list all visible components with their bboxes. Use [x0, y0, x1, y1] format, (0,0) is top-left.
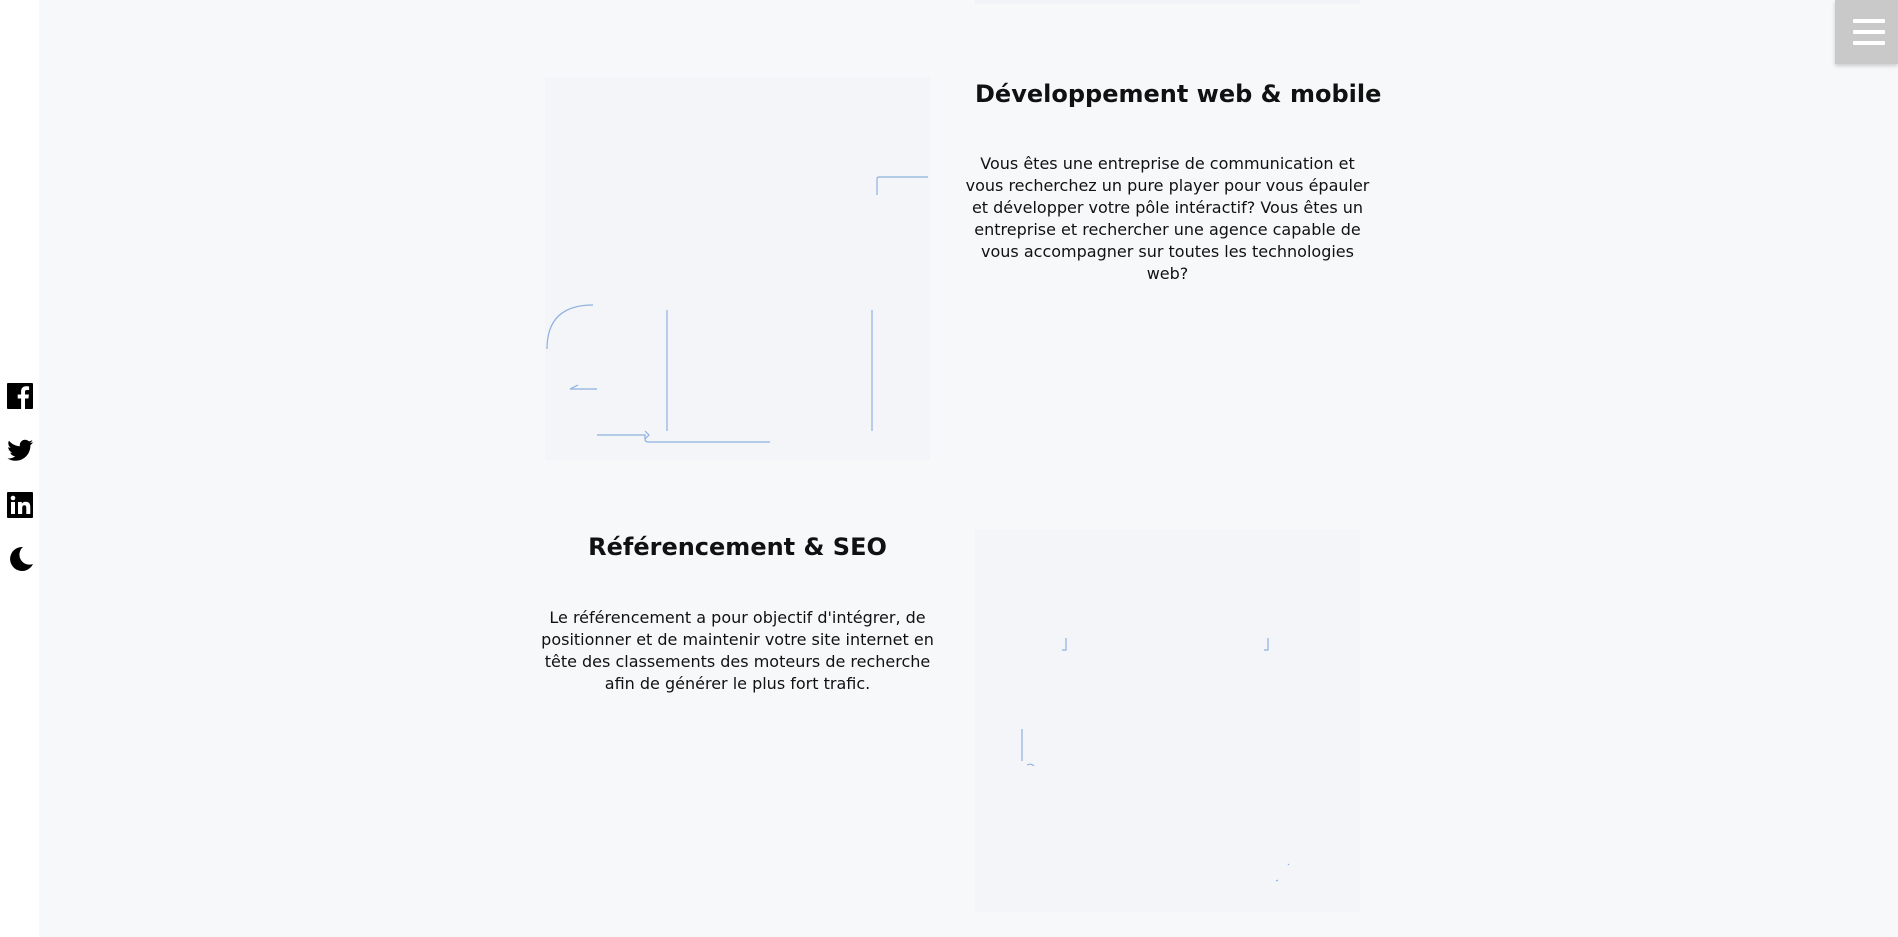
service-description: Le référencement a pour objectif d'intég…	[541, 608, 934, 693]
menu-bar	[1853, 41, 1885, 45]
moon-icon[interactable]	[6, 545, 34, 573]
menu-bar	[1853, 30, 1885, 34]
seo-illustration	[975, 529, 1360, 912]
linkedin-icon[interactable]	[6, 491, 34, 519]
service-title: Référencement & SEO	[588, 533, 887, 561]
hamburger-menu-icon[interactable]	[1835, 0, 1898, 64]
web-mobile-illustration	[545, 77, 930, 460]
social-sidebar	[0, 0, 39, 937]
previous-card-edge	[975, 0, 1360, 4]
service-description: Vous êtes une entreprise de communicatio…	[965, 154, 1370, 283]
services-section	[39, 0, 1898, 937]
service-title: Développement web & mobile	[975, 80, 1382, 108]
twitter-icon[interactable]	[6, 436, 34, 464]
menu-bar	[1853, 19, 1885, 23]
facebook-icon[interactable]	[6, 382, 34, 410]
